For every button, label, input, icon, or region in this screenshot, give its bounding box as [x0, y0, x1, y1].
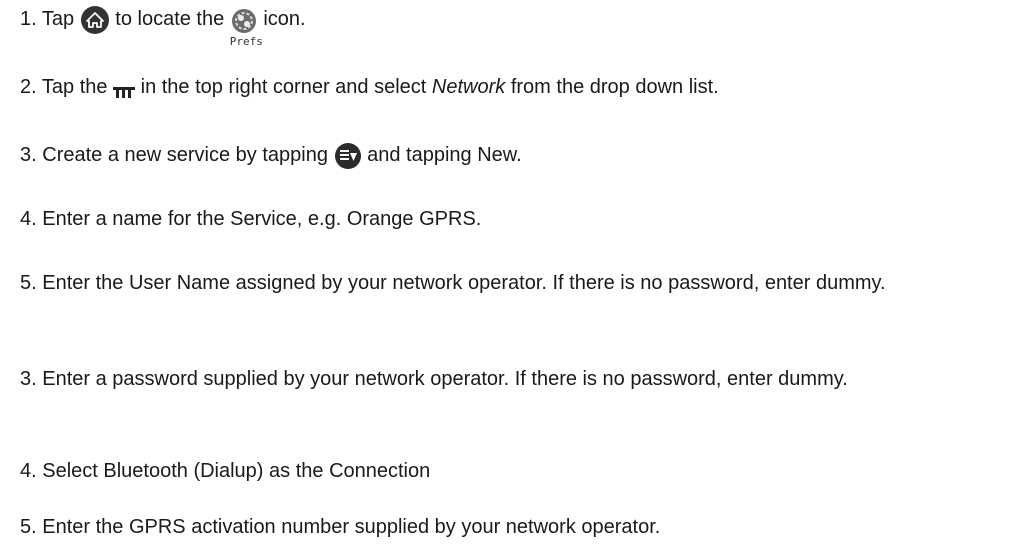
home-icon [80, 5, 110, 35]
step-6: 3. Enter a password supplied by your net… [20, 368, 848, 390]
step-1-text-a: Tap [41, 8, 75, 30]
prefs-icon [230, 7, 258, 35]
step-5: 5. Enter the User Name assigned by your … [20, 272, 886, 294]
step-7: 4. Select Bluetooth (Dialup) as the Conn… [20, 460, 431, 482]
step-2-text-a: Tap the [41, 76, 108, 98]
service-menu-icon [334, 142, 362, 170]
step-1-text-b: to locate the [115, 8, 225, 30]
step-3-text-b: and tapping New. [367, 144, 522, 166]
step-2-text-b: in the top right corner and select [140, 76, 427, 98]
prefs-icon-label: Prefs [229, 34, 263, 48]
step-8: 5. Enter the GPRS activation number supp… [20, 516, 661, 538]
step-1-number: 1. [20, 8, 37, 30]
step-2-network: Network [431, 76, 506, 98]
step-3-number: 3. [20, 144, 37, 166]
step-3: 3. Create a new service by tapping and t… [20, 140, 522, 171]
prefs-icon-group: Prefs [230, 6, 263, 47]
step-4: 4. Enter a name for the Service, e.g. Or… [20, 208, 482, 230]
menu-bar-icon [113, 79, 136, 98]
step-3-text-a: Create a new service by tapping [42, 144, 328, 166]
step-2: 2. Tap the in the top right corner and s… [20, 72, 719, 103]
step-2-text-c: from the drop down list. [510, 76, 719, 98]
step-1: 1. Tap to locate the Prefs icon. [20, 4, 306, 47]
step-1-text-c: icon. [263, 8, 306, 30]
step-2-number: 2. [20, 76, 37, 98]
